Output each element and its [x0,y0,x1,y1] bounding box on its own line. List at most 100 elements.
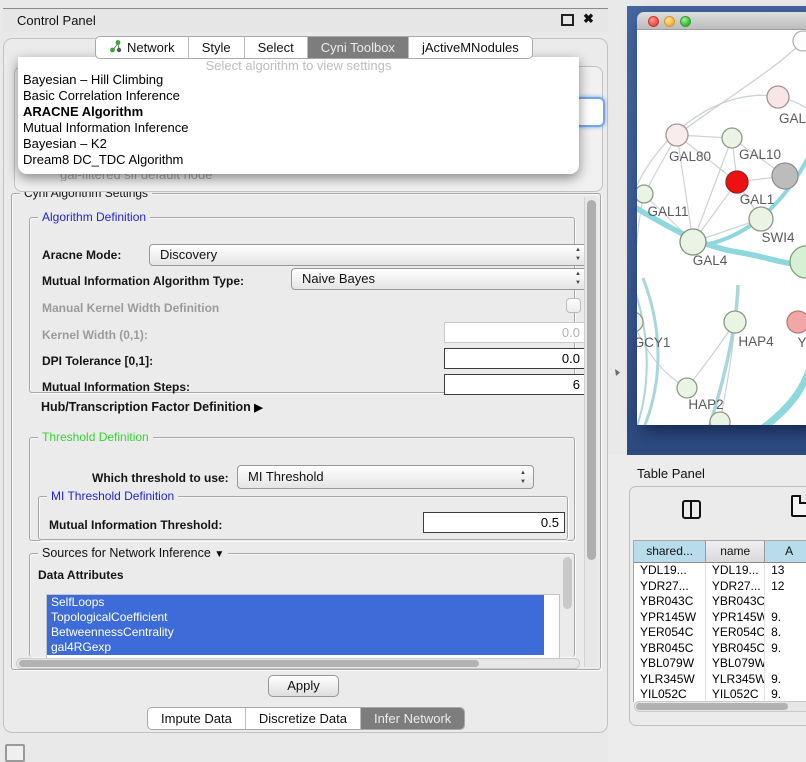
algorithm-option[interactable]: Dream8 DC_TDC Algorithm [18,152,579,168]
algorithm-option[interactable]: ARACNE Algorithm [18,104,579,120]
column-header[interactable]: A [765,541,806,563]
apply-button[interactable]: Apply [268,675,339,697]
which-threshold-select[interactable]: MI Threshold ▲▼ [237,465,534,489]
algorithm-option[interactable]: Mutual Information Inference [18,120,579,136]
table-row[interactable]: YPR145WYPR145W9. [634,610,806,626]
dpi-tolerance-input[interactable]: 0.0 [444,348,586,369]
attributes-scrollbar[interactable] [563,557,572,609]
tab-impute-data[interactable]: Impute Data [148,708,246,729]
tab-label: jActiveMNodules [422,40,519,55]
maximize-window-icon[interactable] [680,16,691,27]
algorithm-option[interactable]: Bayesian – Hill Climbing [18,72,579,88]
table-cell: YLR345W [634,672,706,688]
docked-panel-icon[interactable] [5,744,25,762]
network-node-gal11[interactable] [637,185,653,203]
kernel-width-label: Kernel Width (0,1): [42,328,148,342]
network-edge[interactable] [643,278,658,425]
tab-style[interactable]: Style [189,37,245,58]
sources-title-label: Sources for Network Inference [42,546,211,560]
table-row[interactable]: YBR043CYBR043C [634,594,806,610]
attribute-item[interactable]: gal4RGexp [47,640,544,655]
data-attributes-list: SelfLoopsTopologicalCoefficientBetweenne… [46,594,560,666]
mi-steps-input[interactable]: 6 [444,374,586,395]
attribute-item[interactable]: BetweennessCentrality [47,625,544,640]
cyni-algorithm-settings-group: Cyni Algorithm Settings Algorithm Defini… [11,193,601,670]
network-node[interactable] [726,171,748,193]
network-node-gal80[interactable] [666,124,688,146]
sources-group-title[interactable]: Sources for Network Inference ▼ [38,546,228,560]
table-horizontal-scrollbar[interactable] [634,701,806,712]
tab-jactivemnodules[interactable]: jActiveMNodules [409,37,532,58]
hub-definition-toggle[interactable]: Hub/Transcription Factor Definition ▶ [41,400,263,414]
kernel-width-input[interactable]: 0.0 [444,322,586,343]
network-desktop: GALGAL80GAL10GAL1GAL11SWI4GAL4GCY1HAP4YH… [627,6,806,455]
settings-horizontal-scrollbar-thumb[interactable] [19,660,479,667]
attribute-item[interactable]: SelfLoops [47,595,544,610]
minimize-window-icon[interactable] [664,16,675,27]
table-row[interactable]: YER054CYER054C8. [634,625,806,641]
sources-group: Sources for Network Inference ▼ Data Att… [29,553,575,657]
settings-vertical-scrollbar[interactable] [584,197,597,667]
network-node-swi4[interactable] [790,246,806,278]
table-row[interactable]: YLR345WYLR345W9. [634,672,806,688]
network-graph[interactable]: GALGAL80GAL10GAL1GAL11SWI4GAL4GCY1HAP4YH… [637,30,806,425]
table-cell: YBR043C [634,594,706,610]
close-panel-icon[interactable]: ✖ [583,11,594,27]
table-cell: YBR045C [706,641,765,657]
tab-select[interactable]: Select [245,37,308,58]
table-row[interactable]: YBR045CYBR045C9. [634,641,806,657]
split-panel-icon[interactable] [682,500,701,519]
table-cell: YBL079W [634,656,706,672]
spinner-arrows-icon: ▲▼ [575,246,581,264]
tab-label: Infer Network [374,711,451,726]
network-window-titlebar[interactable] [637,12,806,30]
float-panel-icon[interactable] [561,14,574,26]
bottom-tab-bar: Impute DataDiscretize Data Infer Network [147,707,465,730]
table-horizontal-scrollbar-thumb[interactable] [636,703,788,710]
algorithm-option[interactable]: Basic Correlation Inference [18,88,579,104]
network-edge[interactable] [757,368,806,425]
network-node-gal1[interactable] [749,207,773,231]
table-row[interactable]: YDL19...YDL19...13 [634,563,806,579]
tab-infer-network[interactable]: Infer Network [361,708,464,729]
table-row[interactable]: YDR27...YDR27...12 [634,579,806,595]
column-header[interactable]: name [706,541,765,563]
close-window-icon[interactable] [648,16,659,27]
network-node-gal[interactable] [767,86,789,108]
mi-threshold-input[interactable]: 0.5 [423,512,565,533]
algorithm-dropdown-prompt: Select algorithm to view settings [18,57,579,72]
attribute-item[interactable]: TopologicalCoefficient [47,610,544,625]
network-canvas[interactable]: GALGAL80GAL10GAL1GAL11SWI4GAL4GCY1HAP4YH… [637,30,806,425]
table-panel: Table Panel shared...nameAYDL19...YDL19.… [608,455,806,762]
network-node-hap4[interactable] [724,311,746,333]
aracne-mode-label: Aracne Mode: [42,248,121,262]
tab-discretize-data[interactable]: Discretize Data [246,708,361,729]
algorithm-option[interactable]: Bayesian – K2 [18,136,579,152]
network-node[interactable] [772,163,798,189]
mi-type-select[interactable]: Naive Bayes ▲▼ [291,268,589,290]
control-panel-header: Control Panel ✖ [3,8,608,32]
new-table-icon[interactable] [791,495,806,517]
network-node-gal10[interactable] [722,128,742,148]
column-header[interactable]: shared... [634,541,706,563]
table-cell: 13 [765,563,806,579]
node-label: HAP4 [738,334,774,349]
threshold-definition-group: Threshold Definition Which threshold to … [29,437,575,541]
manual-kernel-checkbox[interactable] [566,298,581,313]
network-node-gal4[interactable] [680,229,706,255]
focused-combo-fragment[interactable] [575,97,605,127]
spinner-arrows-icon: ▲▼ [575,270,581,288]
settings-horizontal-scrollbar[interactable] [16,658,580,669]
settings-vertical-scrollbar-thumb[interactable] [587,200,596,560]
network-node-y[interactable] [787,311,806,333]
table-cell: YPR145W [706,610,765,626]
aracne-mode-select[interactable]: Discovery ▲▼ [149,244,589,266]
tab-cyni-toolbox[interactable]: Cyni Toolbox [308,37,409,58]
table-row[interactable]: YBL079WYBL079W [634,656,806,672]
mi-type-label: Mutual Information Algorithm Type: [42,274,244,288]
algorithm-dropdown-items: Bayesian – Hill ClimbingBasic Correlatio… [18,72,579,168]
network-node-hap2[interactable] [677,378,697,398]
tab-network[interactable]: Network [96,37,189,58]
table-row[interactable]: YIL052CYIL052C9. [634,687,806,702]
network-edge[interactable] [637,288,647,425]
